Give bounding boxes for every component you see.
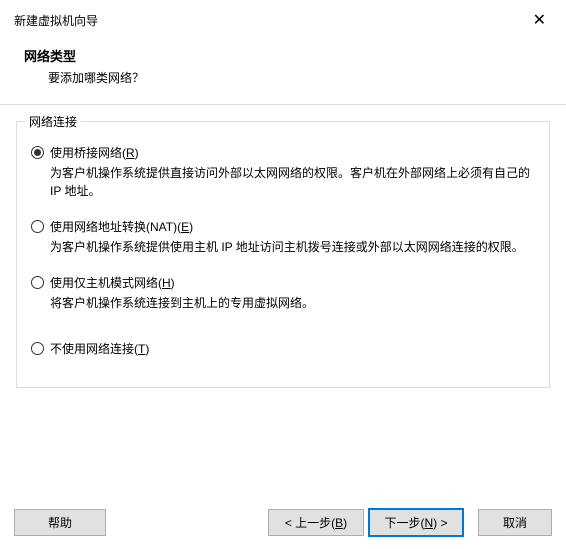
option-hostonly-label: 使用仅主机模式网络(H) xyxy=(50,274,175,291)
help-button[interactable]: 帮助 xyxy=(14,509,106,536)
cancel-button[interactable]: 取消 xyxy=(478,509,552,536)
radio-nat[interactable] xyxy=(31,220,44,233)
page-title: 网络类型 xyxy=(24,46,542,65)
option-bridged-label: 使用桥接网络(R) xyxy=(50,144,139,161)
option-none-label: 不使用网络连接(T) xyxy=(50,340,149,357)
back-button[interactable]: < 上一步(B) xyxy=(268,509,364,536)
window-title: 新建虚拟机向导 xyxy=(14,12,98,29)
close-icon[interactable]: ✕ xyxy=(527,8,552,32)
radio-hostonly[interactable] xyxy=(31,276,44,289)
radio-none[interactable] xyxy=(31,342,44,355)
option-nat-label: 使用网络地址转换(NAT)(E) xyxy=(50,218,193,235)
page-subtitle: 要添加哪类网络？ xyxy=(24,69,542,86)
radio-bridged[interactable] xyxy=(31,146,44,159)
next-button[interactable]: 下一步(N) > xyxy=(368,508,464,537)
option-nat-desc: 为客户机操作系统提供使用主机 IP 地址访问主机拨号连接或外部以太网网络连接的权… xyxy=(31,238,535,256)
option-none[interactable]: 不使用网络连接(T) xyxy=(31,340,535,357)
option-bridged[interactable]: 使用桥接网络(R) 为客户机操作系统提供直接访问外部以太网网络的权限。客户机在外… xyxy=(31,144,535,200)
option-hostonly[interactable]: 使用仅主机模式网络(H) 将客户机操作系统连接到主机上的专用虚拟网络。 xyxy=(31,274,535,312)
option-nat[interactable]: 使用网络地址转换(NAT)(E) 为客户机操作系统提供使用主机 IP 地址访问主… xyxy=(31,218,535,256)
option-hostonly-desc: 将客户机操作系统连接到主机上的专用虚拟网络。 xyxy=(31,294,535,312)
option-bridged-desc: 为客户机操作系统提供直接访问外部以太网网络的权限。客户机在外部网络上必须有自己的… xyxy=(31,164,535,200)
group-legend: 网络连接 xyxy=(25,113,81,130)
network-group: 网络连接 使用桥接网络(R) 为客户机操作系统提供直接访问外部以太网网络的权限。… xyxy=(16,121,550,388)
